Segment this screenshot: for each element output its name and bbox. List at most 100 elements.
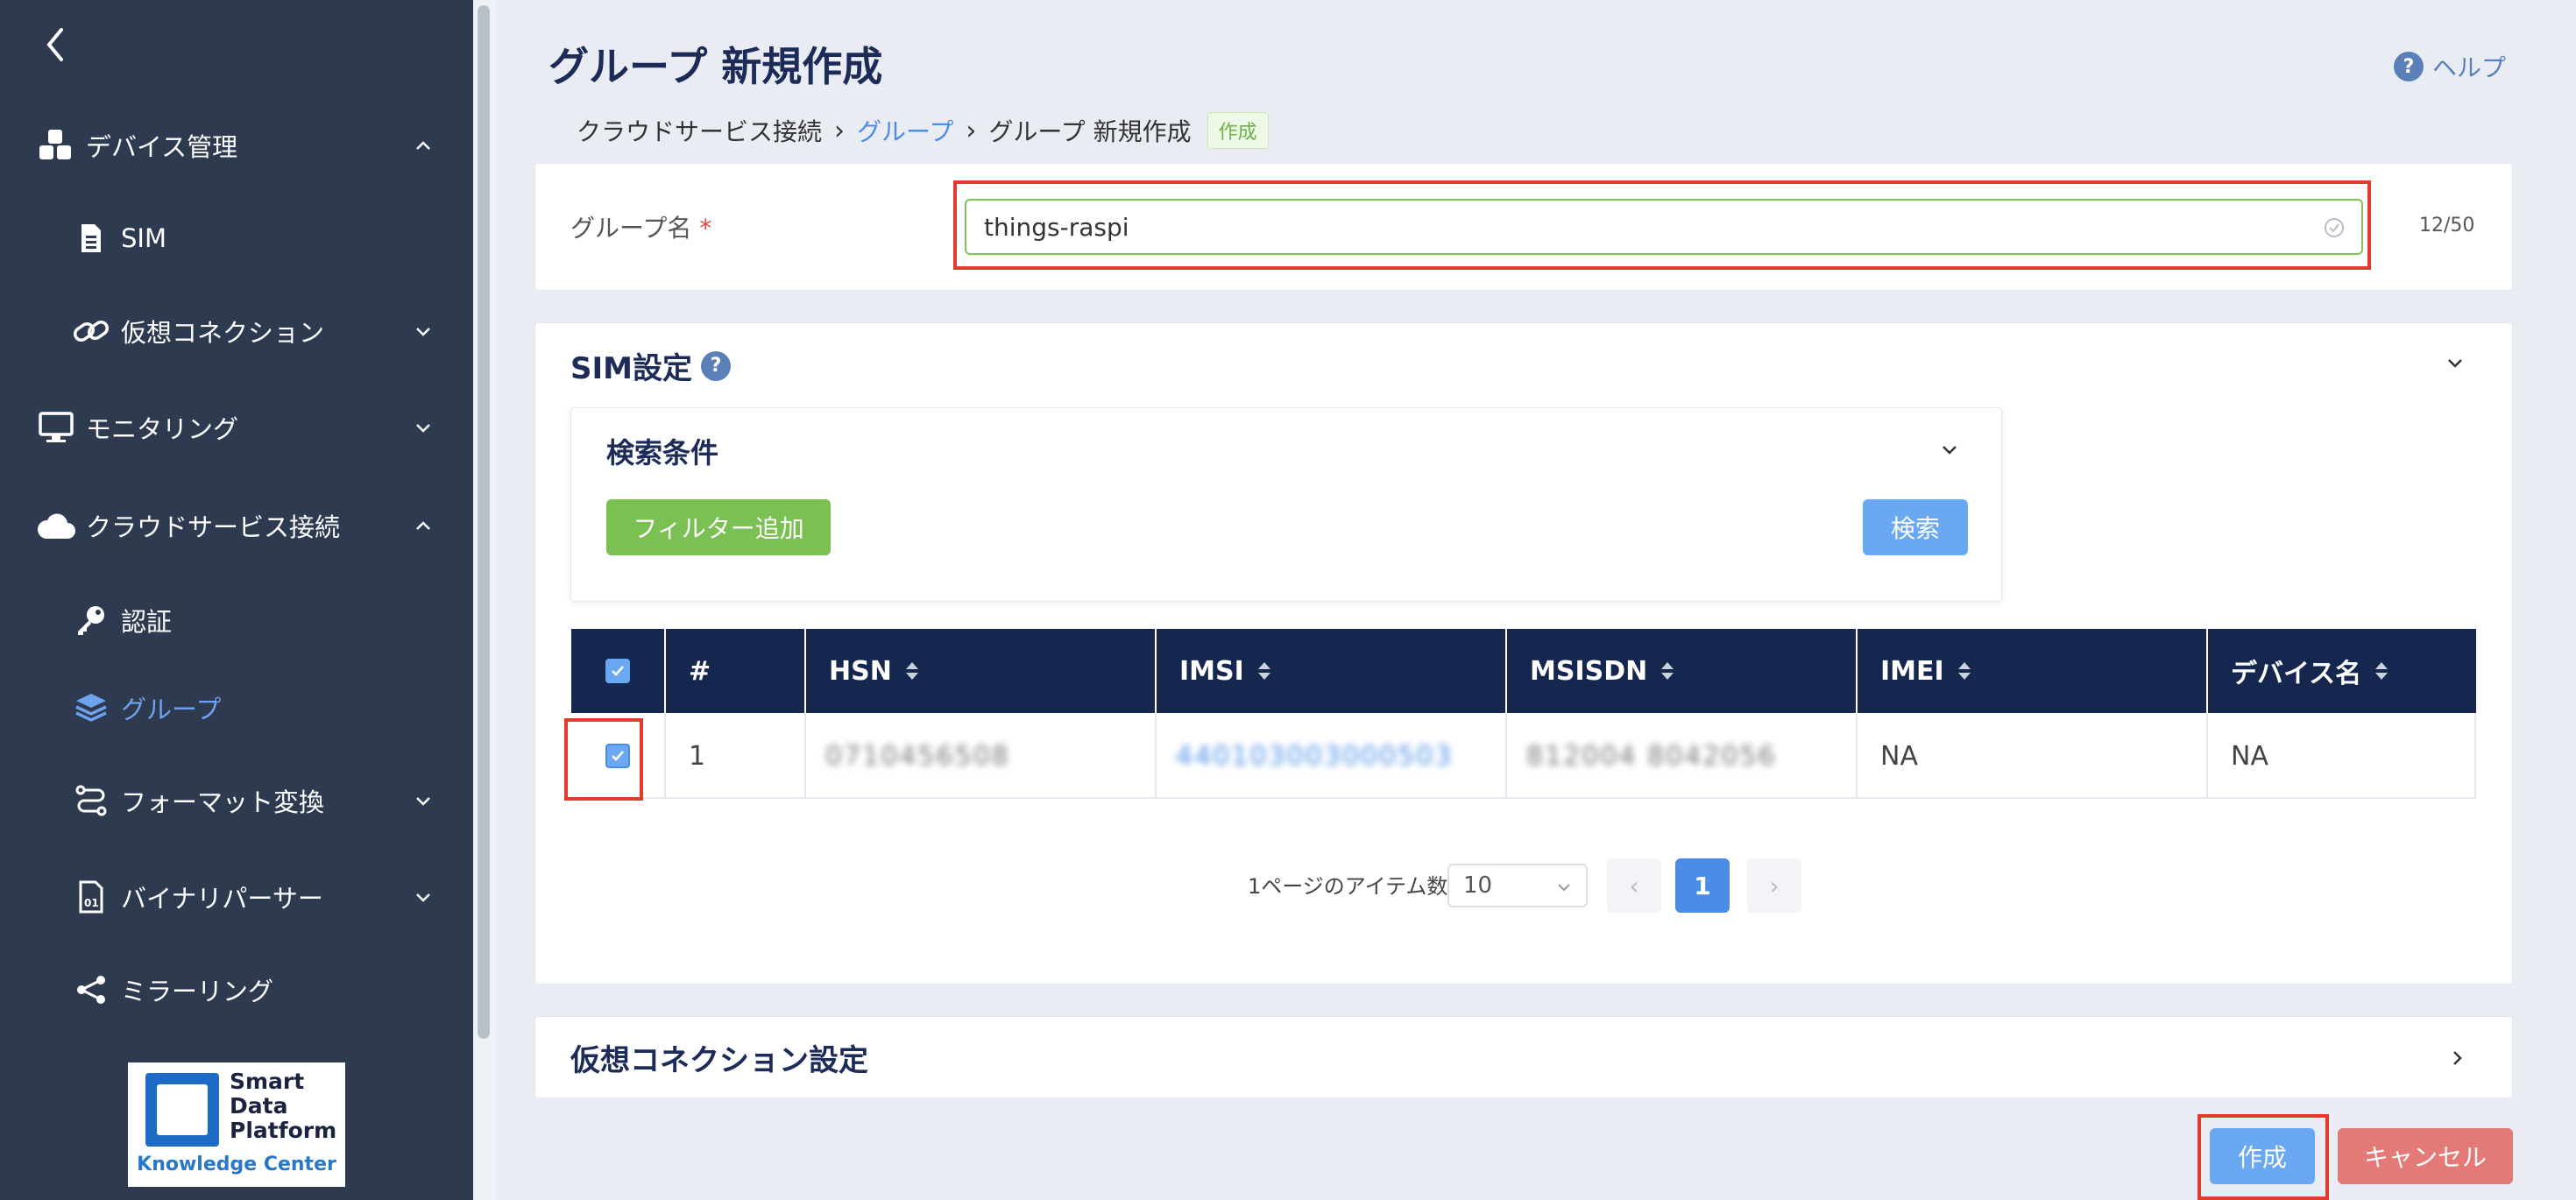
group-name-label: グループ名 * — [570, 214, 712, 243]
cell-hsn: 0710456508 — [806, 713, 1157, 799]
sidebar-item-group[interactable]: グループ — [0, 673, 473, 743]
sidebar-item-label: 認証 — [121, 607, 173, 637]
sidebar-item-auth[interactable]: 認証 — [0, 585, 473, 655]
column-header-msisdn[interactable]: MSISDN — [1507, 629, 1858, 713]
chevron-right-icon: › — [834, 115, 846, 146]
scrollbar-thumb[interactable] — [478, 5, 490, 1039]
sidebar-item-cloud-service[interactable]: クラウドサービス接続 — [0, 491, 473, 561]
sidebar-item-binary-parser[interactable]: 01 バイナリパーサー — [0, 862, 473, 932]
page-size-label: 1ページのアイテム数 — [1248, 874, 1448, 899]
sidebar-item-label: ミラーリング — [121, 977, 274, 1006]
svg-text:01: 01 — [84, 897, 99, 909]
column-header-imsi[interactable]: IMSI — [1157, 629, 1507, 713]
help-icon[interactable]: ? — [700, 350, 731, 381]
logo-mark-icon — [145, 1073, 219, 1147]
help-label: ヘルプ — [2432, 53, 2507, 82]
sort-icon[interactable] — [904, 660, 920, 681]
breadcrumb: クラウドサービス接続 › グループ › グループ 新規作成 作成 — [577, 112, 1269, 149]
chevron-down-icon — [416, 797, 430, 806]
sidebar-item-monitoring[interactable]: モニタリング — [0, 392, 473, 462]
virtual-connection-card[interactable]: 仮想コネクション設定 — [534, 1016, 2513, 1098]
chevron-up-icon — [416, 521, 430, 530]
cell-imei: NA — [1858, 713, 2208, 799]
search-conditions-panel: 検索条件 フィルター追加 検索 — [570, 407, 2002, 602]
sim-settings-title: SIM設定 ? — [570, 344, 731, 387]
cell-imsi[interactable]: 440103003000503 — [1157, 713, 1507, 799]
chevron-right-icon[interactable] — [2444, 1045, 2470, 1071]
sidebar-item-format-conversion[interactable]: フォーマット変換 — [0, 766, 473, 836]
prev-page-button[interactable]: ‹ — [1607, 858, 1661, 913]
layers-icon — [70, 687, 112, 729]
select-all-cell — [571, 629, 666, 713]
select-all-checkbox[interactable] — [605, 659, 630, 683]
chevron-down-icon[interactable] — [1936, 436, 1963, 462]
column-header-index: # — [666, 629, 806, 713]
share-icon — [70, 969, 112, 1011]
sidebar-item-virtual-connection[interactable]: 仮想コネクション — [0, 296, 473, 366]
add-filter-button[interactable]: フィルター追加 — [606, 499, 831, 555]
column-header-device-name[interactable]: デバイス名 — [2208, 629, 2476, 713]
highlight-box — [564, 718, 643, 801]
cancel-button[interactable]: キャンセル — [2338, 1128, 2513, 1184]
cell-msisdn: 812004 8042056 — [1507, 713, 1858, 799]
cloud-icon — [35, 505, 77, 547]
breadcrumb-item[interactable]: グループ — [857, 113, 953, 148]
sort-icon[interactable] — [1256, 660, 1272, 681]
monitor-icon — [35, 406, 77, 448]
sidebar-item-sim[interactable]: SIM — [0, 203, 473, 273]
sidebar-item-label: クラウドサービス接続 — [86, 512, 341, 542]
chevron-down-icon — [416, 328, 430, 336]
sidebar-item-label: モニタリング — [86, 414, 239, 444]
highlight-box — [953, 180, 2371, 270]
cell-device-name: NA — [2208, 713, 2476, 799]
sidebar-scrollbar[interactable] — [473, 0, 496, 1200]
sidebar-item-label: デバイス管理 — [86, 132, 238, 162]
help-link[interactable]: ? ヘルプ — [2394, 49, 2506, 84]
status-badge: 作成 — [1207, 112, 1269, 149]
chevron-down-icon[interactable] — [2442, 349, 2468, 376]
breadcrumb-item[interactable]: クラウドサービス接続 — [577, 113, 822, 148]
cell-index: 1 — [666, 713, 806, 799]
sidebar-item-label: グループ — [121, 695, 222, 724]
key-icon — [70, 599, 112, 641]
sim-icon — [70, 217, 112, 259]
logo-text: Smart Data Platform — [230, 1069, 337, 1143]
page-size-value: 10 — [1463, 872, 1493, 899]
sidebar-item-label: 仮想コネクション — [121, 318, 325, 348]
cubes-icon — [35, 124, 77, 166]
next-page-button[interactable]: › — [1747, 858, 1801, 913]
sidebar: デバイス管理 SIM 仮想コネクション モニタリング クラウドサービス接続 認証 — [0, 0, 473, 1200]
sidebar-item-label: バイナリパーサー — [121, 884, 323, 914]
page-size-select[interactable]: 10 — [1447, 864, 1588, 907]
route-icon — [70, 780, 112, 822]
chevron-down-icon — [1558, 884, 1570, 892]
search-button[interactable]: 検索 — [1863, 499, 1968, 555]
chevron-down-icon — [416, 893, 430, 902]
check-icon — [612, 666, 624, 676]
back-chevron-icon[interactable] — [40, 23, 70, 67]
page-title: グループ 新規作成 — [548, 43, 883, 90]
sort-icon[interactable] — [1660, 660, 1675, 681]
sidebar-item-label: フォーマット変換 — [121, 787, 325, 817]
page-number-button[interactable]: 1 — [1675, 858, 1730, 913]
sort-icon[interactable] — [2374, 660, 2389, 681]
chevron-down-icon — [416, 424, 430, 433]
search-conditions-title: 検索条件 — [606, 436, 719, 469]
column-header-hsn[interactable]: HSN — [806, 629, 1157, 713]
sort-icon[interactable] — [1957, 660, 1972, 681]
chevron-up-icon — [416, 141, 430, 150]
virtual-connection-title: 仮想コネクション設定 — [570, 1043, 868, 1078]
sidebar-item-mirroring[interactable]: ミラーリング — [0, 955, 473, 1025]
breadcrumb-current: グループ 新規作成 — [988, 117, 1192, 146]
highlight-box — [2197, 1114, 2329, 1200]
chevron-right-icon: › — [966, 115, 977, 146]
table-row[interactable]: 1 0710456508 440103003000503 812004 8042… — [571, 713, 2476, 799]
link-icon — [70, 310, 112, 352]
sidebar-item-device-management[interactable]: デバイス管理 — [0, 110, 473, 180]
column-header-imei[interactable]: IMEI — [1858, 629, 2208, 713]
smart-data-platform-logo[interactable]: Smart Data Platform Knowledge Center — [128, 1062, 345, 1187]
table-header: # HSN IMSI MSISDN IMEI デバイス名 — [571, 629, 2476, 713]
char-counter: 12/50 — [2419, 215, 2475, 236]
help-icon: ? — [2394, 52, 2424, 81]
binary-file-icon: 01 — [70, 876, 112, 918]
